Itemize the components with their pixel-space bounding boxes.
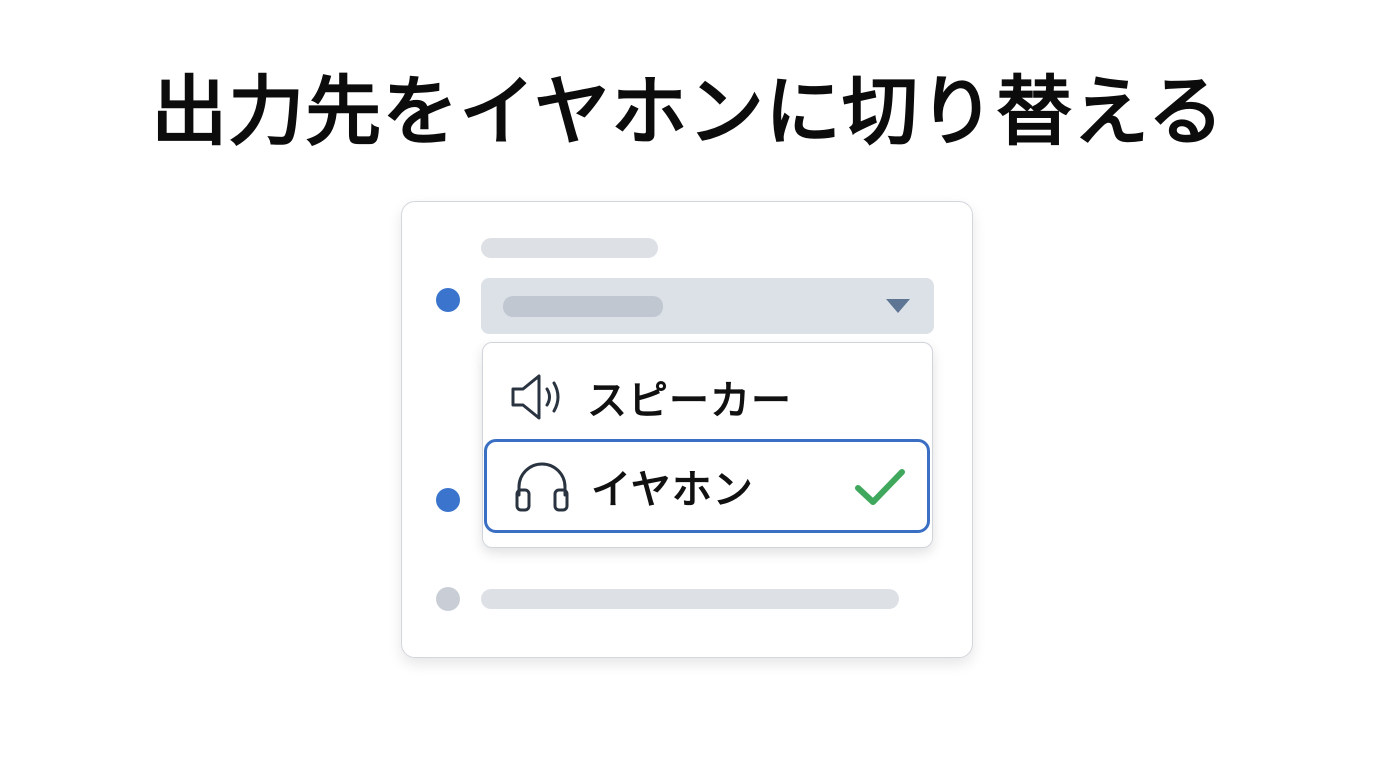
- menu-item-earphone[interactable]: イヤホン: [484, 439, 930, 533]
- headphones-icon: [515, 462, 569, 512]
- menu-item-label: スピーカー: [587, 378, 792, 424]
- page-title: 出力先をイヤホンに切り替える: [151, 67, 1225, 156]
- menu-item-label: イヤホン: [591, 467, 754, 513]
- check-icon: [855, 469, 905, 505]
- active-bullet: [436, 288, 460, 312]
- chevron-down-icon[interactable]: [886, 299, 910, 313]
- speaker-icon: [511, 374, 560, 420]
- output-device-select[interactable]: [481, 278, 934, 334]
- active-bullet: [436, 488, 460, 512]
- menu-item-speaker[interactable]: スピーカー: [483, 353, 931, 441]
- placeholder-heading-bar: [481, 238, 658, 258]
- output-device-menu: スピーカー イヤホン: [482, 342, 933, 548]
- inactive-bullet: [436, 587, 460, 611]
- placeholder-row-bar: [481, 589, 899, 609]
- select-value-placeholder: [503, 296, 663, 317]
